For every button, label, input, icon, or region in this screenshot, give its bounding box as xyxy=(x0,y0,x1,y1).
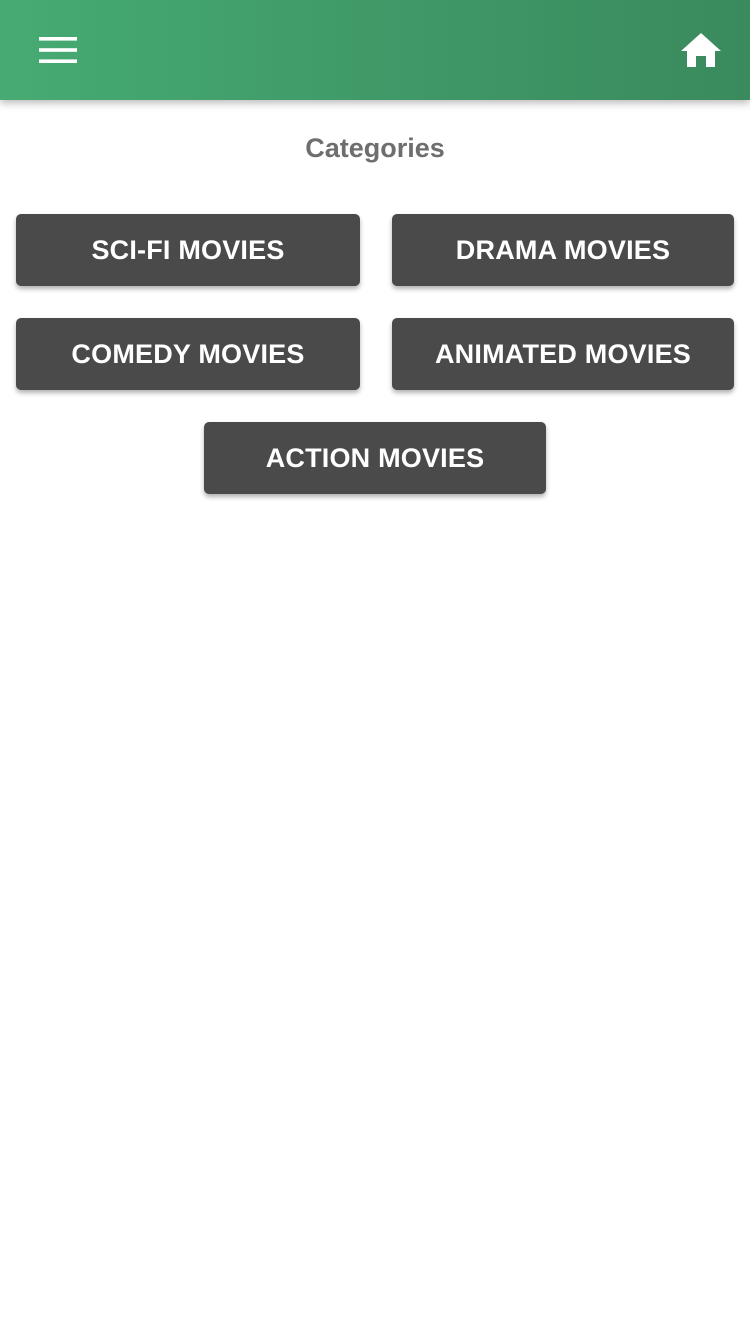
app-bar xyxy=(0,0,750,100)
hamburger-menu-icon xyxy=(39,37,77,63)
action-movies-button[interactable]: ACTION MOVIES xyxy=(204,422,546,494)
page-title: Categories xyxy=(305,133,445,163)
menu-button[interactable] xyxy=(22,25,94,75)
app-screen: Categories SCI-FI MOVIES DRAMA MOVIES CO… xyxy=(0,0,750,1333)
comedy-movies-button[interactable]: COMEDY MOVIES xyxy=(16,318,360,390)
home-icon xyxy=(681,33,721,67)
sci-fi-movies-button[interactable]: SCI-FI MOVIES xyxy=(16,214,360,286)
drama-movies-button[interactable]: DRAMA MOVIES xyxy=(392,214,734,286)
home-button[interactable] xyxy=(674,23,728,77)
animated-movies-button[interactable]: ANIMATED MOVIES xyxy=(392,318,734,390)
